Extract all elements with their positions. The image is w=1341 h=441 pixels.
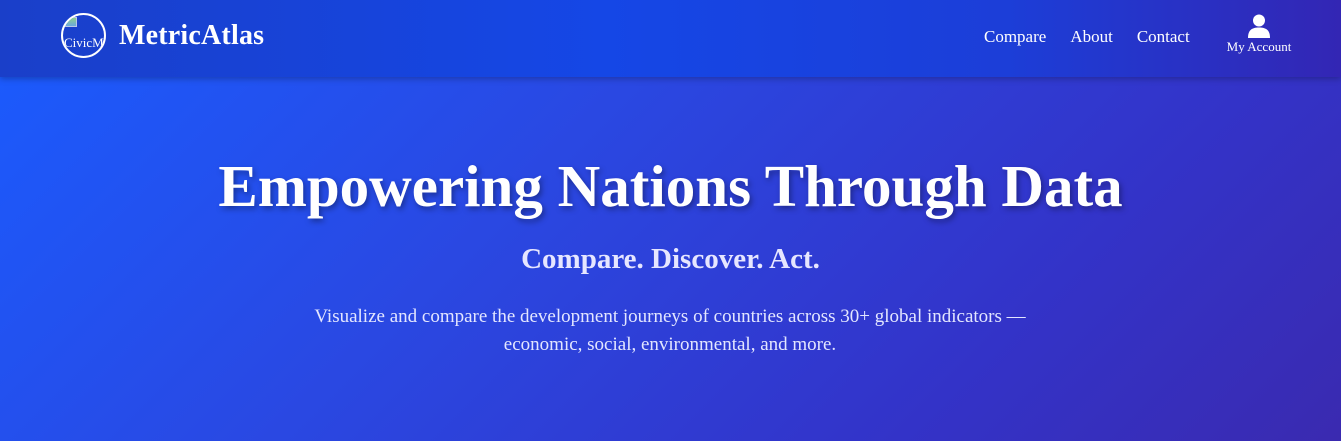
broken-image-icon bbox=[65, 17, 77, 27]
logo-alt-text: CivicM bbox=[64, 35, 104, 50]
logo-image[interactable]: CivicM bbox=[61, 13, 106, 58]
hero-description: Visualize and compare the development jo… bbox=[314, 306, 1026, 355]
nav-link-contact[interactable]: Contact bbox=[1137, 27, 1190, 47]
brand[interactable]: CivicM MetricAtlas bbox=[61, 13, 264, 58]
navbar: CivicM MetricAtlas Compare About Contact… bbox=[0, 0, 1341, 77]
brand-name[interactable]: MetricAtlas bbox=[119, 20, 264, 52]
hero-title: Empowering Nations Through Data bbox=[218, 153, 1123, 219]
my-account-button[interactable]: My Account bbox=[1223, 14, 1295, 55]
nav-link-compare[interactable]: Compare bbox=[984, 27, 1046, 47]
user-icon bbox=[1248, 14, 1270, 38]
hero-subtitle: Compare. Discover. Act. bbox=[521, 243, 820, 275]
my-account-label: My Account bbox=[1226, 39, 1292, 54]
hero-section: Empowering Nations Through Data Compare.… bbox=[0, 77, 1341, 441]
nav-links: Compare About Contact bbox=[984, 27, 1214, 47]
nav-link-about[interactable]: About bbox=[1070, 27, 1113, 47]
